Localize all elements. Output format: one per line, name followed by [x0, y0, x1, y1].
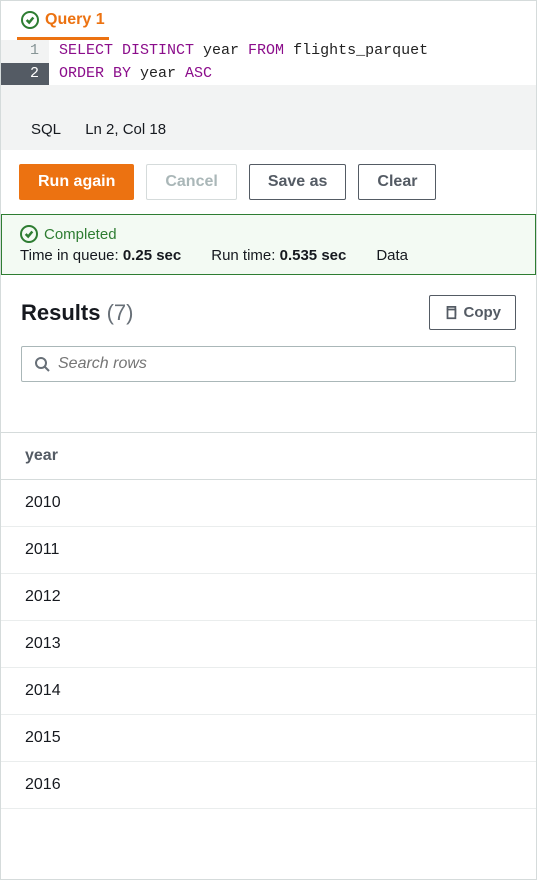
search-icon: [34, 356, 50, 372]
results-section: Results (7) Copy year 2010 2011 2012 201…: [1, 275, 536, 809]
copy-icon: [444, 306, 458, 320]
table-row: 2012: [1, 574, 536, 621]
data-scanned: Data: [376, 247, 408, 264]
save-as-button[interactable]: Save as: [249, 164, 347, 200]
action-toolbar: Run again Cancel Save as Clear: [1, 150, 536, 214]
line-number: 2: [1, 63, 49, 86]
table-row: 2010: [1, 480, 536, 527]
query-status-panel: Completed Time in queue: 0.25 sec Run ti…: [1, 214, 536, 275]
check-circle-icon: [20, 225, 38, 243]
cursor-position: Ln 2, Col 18: [85, 121, 166, 138]
editor-statusbar: SQL Ln 2, Col 18: [1, 111, 536, 150]
query-tabs: Query 1: [1, 1, 536, 40]
results-title: Results (7): [21, 300, 134, 326]
code-line[interactable]: ORDER BY year ASC: [49, 63, 536, 86]
editor-line: 1 SELECT DISTINCT year FROM flights_parq…: [1, 40, 536, 63]
line-number: 1: [1, 40, 49, 63]
check-circle-icon: [21, 11, 39, 29]
editor-language: SQL: [31, 121, 61, 138]
table-row: 2011: [1, 527, 536, 574]
copy-button[interactable]: Copy: [429, 295, 517, 330]
sql-editor[interactable]: 1 SELECT DISTINCT year FROM flights_parq…: [1, 40, 536, 111]
results-table: year 2010 2011 2012 2013 2014 2015 2016: [1, 432, 536, 809]
code-line[interactable]: SELECT DISTINCT year FROM flights_parque…: [49, 40, 536, 63]
table-row: 2013: [1, 621, 536, 668]
copy-label: Copy: [464, 304, 502, 321]
tab-query-1[interactable]: Query 1: [17, 7, 109, 40]
results-count: (7): [107, 300, 134, 325]
table-row: 2016: [1, 762, 536, 809]
tab-label: Query 1: [45, 11, 105, 29]
search-rows-input[interactable]: [21, 346, 516, 382]
column-header-year[interactable]: year: [1, 433, 536, 480]
editor-blank[interactable]: [1, 85, 536, 111]
run-again-button[interactable]: Run again: [19, 164, 134, 200]
clear-button[interactable]: Clear: [358, 164, 436, 200]
editor-line: 2 ORDER BY year ASC: [1, 63, 536, 86]
search-field[interactable]: [58, 355, 503, 373]
run-time: Run time: 0.535 sec: [211, 247, 346, 264]
queue-time: Time in queue: 0.25 sec: [20, 247, 181, 264]
status-state: Completed: [44, 226, 117, 243]
table-row: 2015: [1, 715, 536, 762]
cancel-button[interactable]: Cancel: [146, 164, 236, 200]
table-row: 2014: [1, 668, 536, 715]
